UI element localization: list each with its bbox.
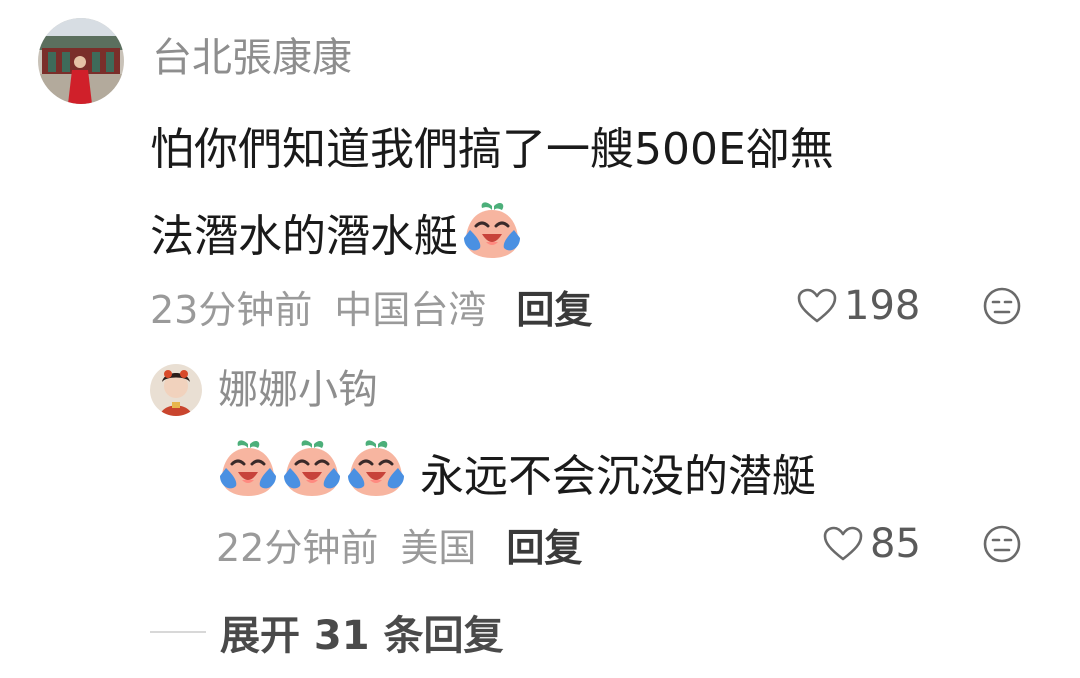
comment-text-line1: 怕你們知道我們搞了一艘500E卻無 xyxy=(150,124,834,175)
heart-icon xyxy=(797,288,837,323)
comment-location: 中国台湾 xyxy=(334,287,487,332)
reply-reply-button[interactable]: 回复 xyxy=(506,517,582,572)
crying-laughing-peach-emoji-icon xyxy=(344,436,408,518)
comment-dislike-button[interactable] xyxy=(982,286,1022,326)
comment-thread: 台北張康康 怕你們知道我們搞了一艘500E卻無 法潛水的潛水艇 23分钟前 中国… xyxy=(0,0,1080,678)
crying-laughing-peach-emoji-icon xyxy=(216,436,280,518)
reply-like-button[interactable]: 85 xyxy=(822,518,921,570)
expand-replies-label: 展开 31 条回复 xyxy=(220,613,504,659)
expand-divider xyxy=(150,631,206,633)
neutral-face-icon xyxy=(983,287,1021,325)
comment-reply-button[interactable]: 回复 xyxy=(516,279,592,334)
reply-avatar-photo-icon xyxy=(150,364,202,416)
comment-username[interactable]: 台北張康康 xyxy=(152,32,352,84)
crying-laughing-peach-emoji-icon xyxy=(280,436,344,518)
comment-like-count: 198 xyxy=(844,283,921,329)
crying-laughing-peach-emoji-icon xyxy=(460,198,524,280)
reply-time: 22分钟前 xyxy=(216,525,379,570)
comment-like-button[interactable]: 198 xyxy=(796,280,920,332)
avatar-photo-icon xyxy=(38,18,124,104)
comment-text-line2-container: 法潛水的潛水艇 xyxy=(150,198,524,280)
comment-meta: 23分钟前 中国台湾 回复 xyxy=(150,278,592,334)
reply-location: 美国 xyxy=(400,525,477,570)
expand-replies-button[interactable]: 展开 31 条回复 xyxy=(150,604,504,660)
reply-dislike-button[interactable] xyxy=(982,524,1022,564)
reply-username[interactable]: 娜娜小钩 xyxy=(218,364,378,416)
reply-text-container: 永远不会沉没的潜艇 xyxy=(216,436,816,518)
comment-text-line2: 法潛水的潛水艇 xyxy=(150,211,458,262)
reply-like-count: 85 xyxy=(870,521,921,567)
reply-avatar[interactable] xyxy=(150,364,202,416)
comment-time: 23分钟前 xyxy=(150,287,313,332)
neutral-face-icon xyxy=(983,525,1021,563)
heart-icon xyxy=(823,526,863,561)
reply-text: 永远不会沉没的潜艇 xyxy=(420,451,816,502)
avatar[interactable] xyxy=(38,18,124,104)
reply-meta: 22分钟前 美国 回复 xyxy=(216,516,582,572)
